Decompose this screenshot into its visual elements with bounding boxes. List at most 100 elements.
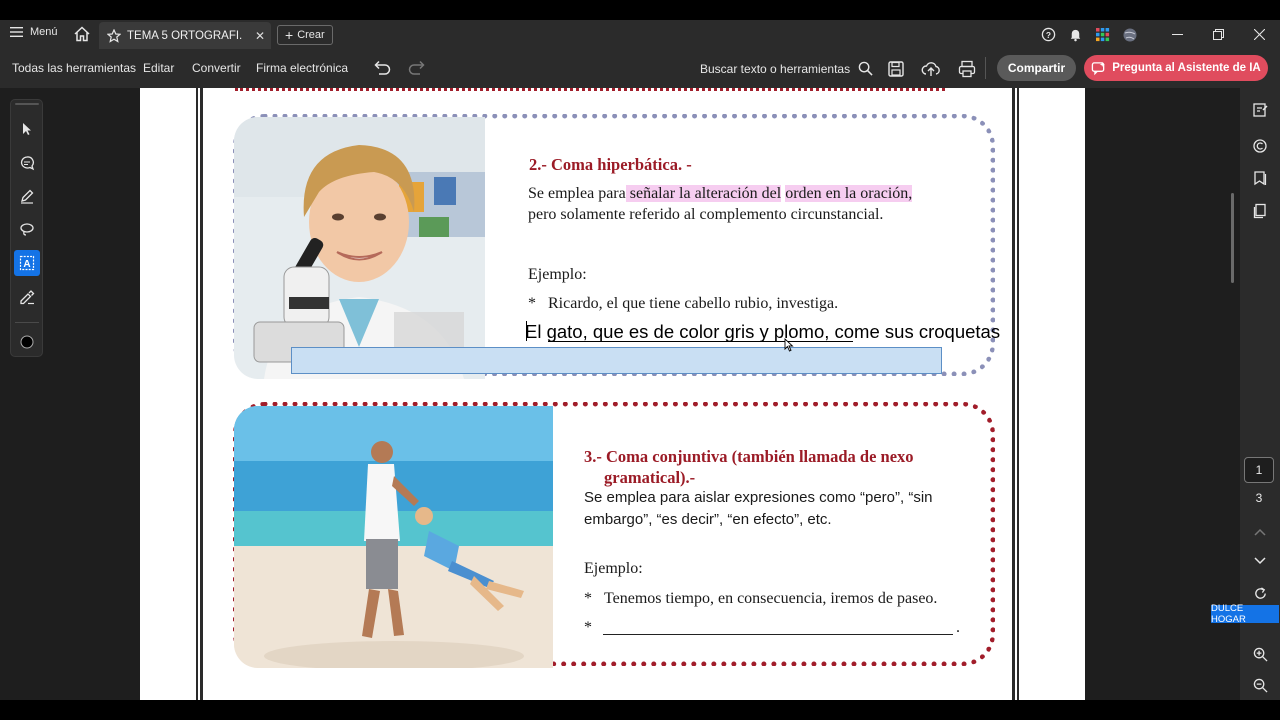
undo-icon[interactable] — [372, 59, 392, 77]
zoom-in-button[interactable] — [1250, 644, 1270, 664]
lasso-tool[interactable] — [14, 216, 40, 242]
section-3-body-1: Se emplea para aislar expresiones como “… — [584, 489, 933, 506]
draw-tool[interactable] — [14, 183, 40, 209]
tab-title: TEMA 5 ORTOGRAFÍ... — [127, 29, 242, 42]
select-tool[interactable] — [14, 116, 40, 142]
fill-sign-icon — [20, 290, 35, 305]
menu-button[interactable]: Menú — [10, 26, 58, 38]
quick-tools-panel: A — [10, 99, 43, 357]
convert-menu[interactable]: Convertir — [192, 61, 241, 75]
home-button[interactable] — [73, 25, 93, 45]
page-frame-left — [196, 88, 203, 700]
share-button[interactable]: Compartir — [997, 55, 1076, 81]
section-2-example-1: Ricardo, el que tiene cabello rubio, inv… — [548, 295, 839, 312]
section-2-line-2: pero solamente referido al complemento c… — [528, 206, 884, 223]
print-icon[interactable] — [957, 59, 977, 79]
vertical-scrollbar[interactable] — [1231, 193, 1234, 283]
account-button[interactable] — [1116, 20, 1143, 49]
text-selection-box[interactable] — [291, 347, 942, 374]
zoom-in-icon — [1253, 647, 1268, 662]
help-icon: ? — [1041, 27, 1056, 42]
save-icon[interactable] — [886, 59, 906, 79]
tools-grip[interactable] — [15, 103, 39, 105]
minimize-icon — [1172, 34, 1183, 35]
text-box-icon: A — [19, 255, 35, 271]
plus-icon: + — [285, 27, 294, 43]
edit-menu[interactable]: Editar — [143, 61, 174, 75]
comment-icon — [20, 156, 35, 171]
restore-button[interactable] — [1198, 20, 1239, 49]
ai-assistant-label: Pregunta al Asistente de IA — [1112, 62, 1261, 74]
bookmarks-button[interactable] — [1250, 168, 1270, 188]
edit-panel-button[interactable] — [1250, 100, 1270, 120]
text-box-tool[interactable]: A — [14, 250, 40, 276]
color-picker[interactable] — [14, 331, 40, 353]
highlight-1[interactable]: señalar la alteración del — [625, 185, 782, 202]
dulce-hogar-label[interactable]: DULCE HOGAR — [1211, 603, 1279, 625]
ai-assistant-button[interactable]: Pregunta al Asistente de IA — [1084, 55, 1268, 81]
answer-blank-period: . — [956, 619, 960, 636]
menu-icon — [10, 27, 23, 37]
pages-panel-button[interactable] — [1250, 201, 1270, 221]
refresh-button[interactable] — [1250, 583, 1270, 603]
next-page-button[interactable] — [1250, 551, 1270, 571]
section-3-example-label: Ejemplo: — [584, 560, 643, 577]
apps-icon — [1096, 28, 1110, 42]
esign-menu[interactable]: Firma electrónica — [256, 61, 348, 75]
document-tab[interactable]: TEMA 5 ORTOGRAFÍ... ✕ — [99, 22, 271, 49]
bell-icon — [1070, 29, 1081, 42]
minimize-button[interactable] — [1157, 20, 1198, 49]
section-2-heading: 2.- Coma hiperbática. - — [529, 155, 692, 174]
comments-panel-button[interactable] — [1250, 136, 1270, 156]
redo-icon[interactable] — [407, 59, 427, 77]
svg-text:A: A — [23, 259, 30, 270]
comment-tool[interactable] — [14, 150, 40, 176]
acrobat-window: Menú TEMA 5 ORTOGRAFÍ... ✕ + Crear ? Tod… — [0, 0, 1280, 720]
fill-sign-tool[interactable] — [14, 284, 40, 310]
search-tools-field[interactable]: Buscar texto o herramientas — [700, 61, 873, 76]
tools-separator — [15, 322, 39, 323]
section-2-line-1: Se emplea para señalar la alteración del… — [528, 185, 913, 203]
create-button[interactable]: + Crear — [277, 25, 333, 45]
bookmarks-icon — [1254, 171, 1267, 186]
section-3-heading-2: gramatical).- — [604, 468, 696, 487]
document-workspace: 2.- Coma hiperbática. - Se emplea para s… — [0, 88, 1280, 700]
apps-button[interactable] — [1089, 20, 1116, 49]
notifications-button[interactable] — [1062, 20, 1089, 49]
menu-label: Menú — [30, 26, 58, 38]
zoom-out-icon — [1253, 678, 1268, 693]
previous-page-button[interactable] — [1250, 522, 1270, 542]
globe-icon — [1123, 28, 1136, 41]
close-icon[interactable]: ✕ — [255, 29, 265, 43]
section-3-heading-1: 3.- Coma conjuntiva (también llamada de … — [584, 447, 914, 466]
answer-blank-line[interactable] — [603, 634, 953, 635]
window-close-button[interactable] — [1239, 20, 1280, 49]
chevron-up-icon — [1254, 528, 1266, 536]
highlight-2[interactable]: orden en la oración, — [785, 185, 913, 202]
previous-box-edge — [235, 88, 945, 91]
help-button[interactable]: ? — [1035, 20, 1062, 49]
star-icon[interactable] — [107, 28, 121, 43]
main-toolbar: Todas las herramientas Editar Convertir … — [0, 49, 1280, 88]
boy-microscope-photo — [234, 117, 485, 379]
refresh-icon — [1254, 586, 1266, 599]
zoom-out-button[interactable] — [1250, 675, 1270, 695]
upload-icon[interactable] — [921, 59, 941, 79]
ai-icon — [1092, 61, 1106, 75]
search-icon — [858, 61, 873, 76]
beach-father-child-photo — [234, 406, 553, 668]
color-dot-icon — [20, 335, 34, 349]
pages-icon — [1253, 203, 1266, 219]
section-2-example-label: Ejemplo: — [528, 266, 587, 283]
all-tools-menu[interactable]: Todas las herramientas — [12, 61, 136, 75]
typed-text-field[interactable]: El gato, que es de color gris y plomo, c… — [525, 321, 1000, 343]
edit-panel-icon — [1253, 103, 1268, 117]
pen-icon — [21, 189, 34, 204]
current-page-number[interactable]: 1 — [1244, 457, 1274, 483]
lasso-icon — [20, 223, 34, 236]
search-tools-label: Buscar texto o herramientas — [700, 61, 851, 76]
create-label: Crear — [297, 29, 325, 41]
section-3-body-2: embargo”, “es decir”, “en efecto”, etc. — [584, 511, 832, 528]
comments-panel-icon — [1253, 139, 1267, 153]
title-bar: Menú TEMA 5 ORTOGRAFÍ... ✕ + Crear ? — [0, 20, 1280, 49]
